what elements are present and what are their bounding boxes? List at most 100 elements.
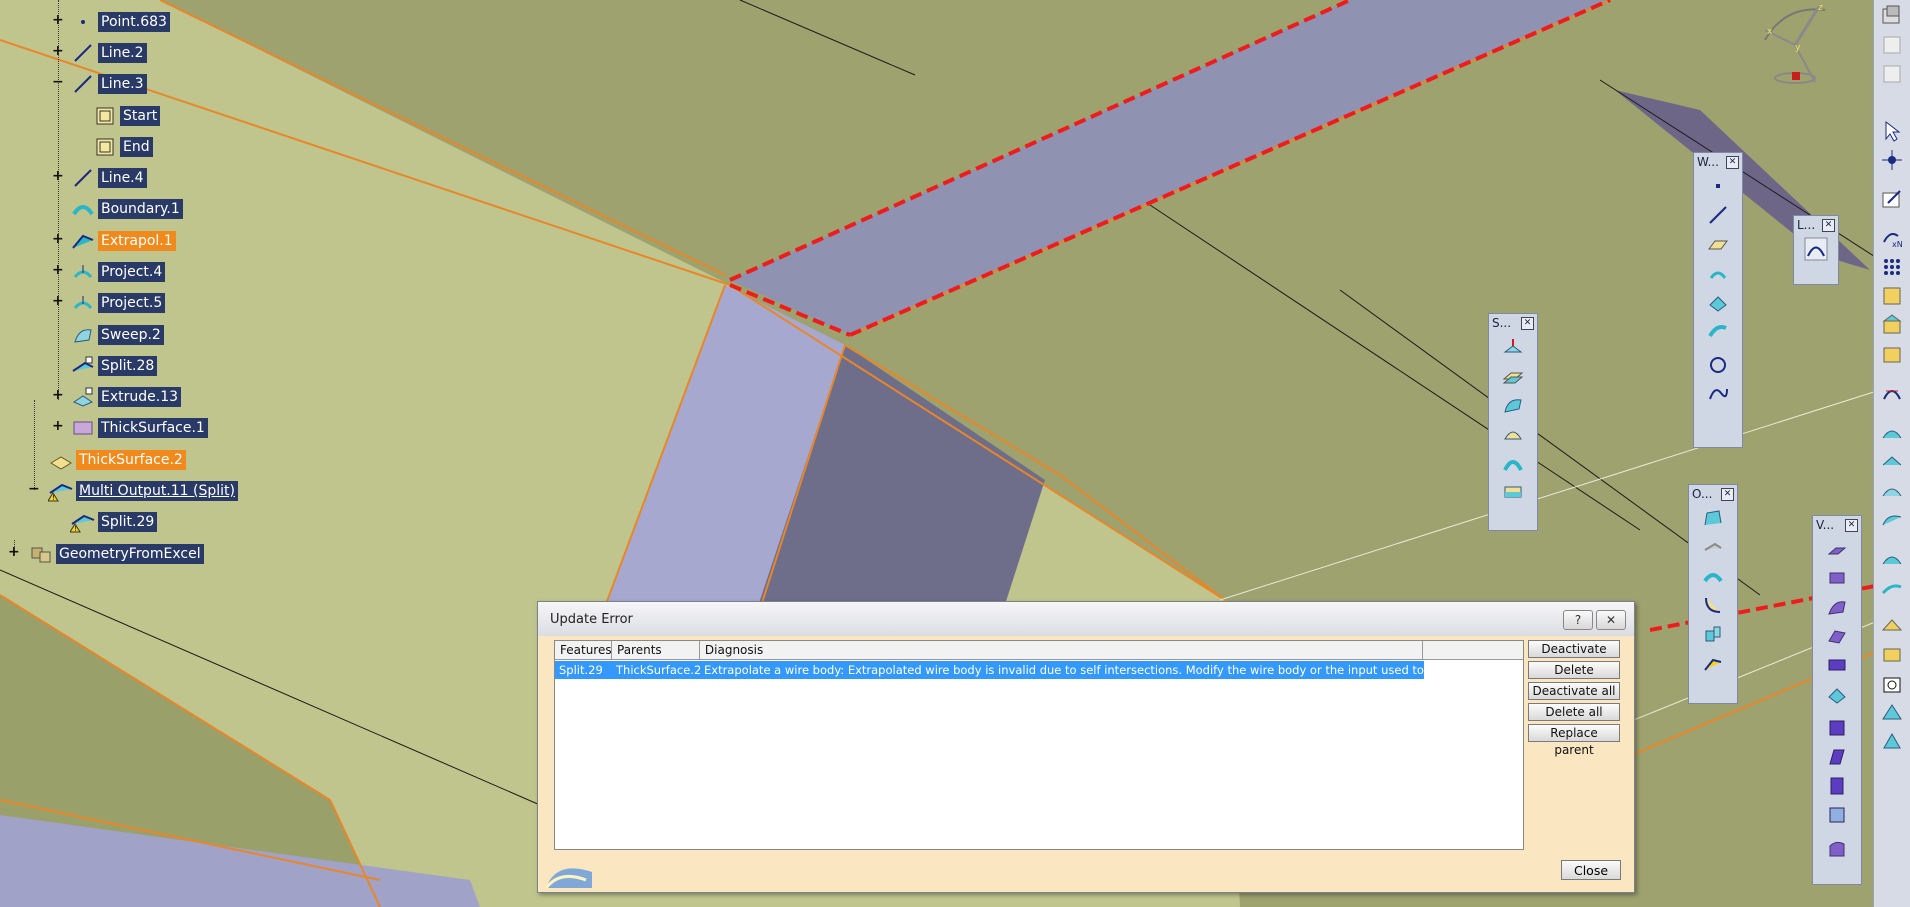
projection-button[interactable] [1704,259,1732,287]
expand-icon[interactable]: + [52,263,64,277]
knowledge-icon[interactable] [1877,728,1907,755]
draft-analysis-icon[interactable] [1877,505,1907,532]
circle-button[interactable] [1704,351,1732,379]
loft-button[interactable] [1499,449,1527,477]
tree-node-line-4[interactable]: + Line.4 [52,166,147,190]
analysis-icon[interactable] [1877,379,1907,406]
close-icon[interactable]: ✕ [1521,316,1534,330]
expand-icon[interactable]: + [52,294,64,308]
volume-add-button[interactable] [1823,714,1851,742]
specification-tree[interactable]: + Point.683 + Line.2 − Line.3 Start End … [0,0,260,575]
tree-node-start[interactable]: Start [92,104,161,128]
plane-button[interactable] [1704,230,1732,258]
offset-surface-button[interactable] [1499,362,1527,390]
expand-icon[interactable]: + [8,545,20,559]
right-workbench-toolbar[interactable]: xN [1873,0,1910,907]
fill-button[interactable] [1499,420,1527,448]
column-header-parents[interactable]: Parents [612,641,700,659]
transform-button[interactable] [1699,620,1727,648]
porcupine-icon[interactable] [1877,544,1907,571]
close-surface-button[interactable] [1823,680,1851,708]
point-button[interactable] [1704,172,1732,200]
dialog-titlebar[interactable]: Update Error ? ✕ [538,602,1634,636]
close-icon[interactable]: ✕ [1721,487,1734,501]
tree-node-point-683[interactable]: + Point.683 [52,10,170,34]
collapse-icon[interactable]: − [52,75,64,89]
volume-revolve-button[interactable] [1823,564,1851,592]
tree-node-end[interactable]: End [92,135,153,159]
volume-sweep-button[interactable] [1823,593,1851,621]
spline-button[interactable] [1704,380,1732,408]
heal-button[interactable] [1699,533,1727,561]
volume-fillet-button[interactable] [1823,835,1851,863]
tree-node-thicksurface-2[interactable]: ThickSurface.2 [48,448,186,472]
tree-node-project-5[interactable]: + Project.5 [52,291,166,315]
tree-node-geometryfromexcel[interactable]: + GeometryFromExcel [8,542,204,566]
tree-node-line-3[interactable]: − Line.3 [52,72,147,96]
measure-icon[interactable] [1877,573,1907,600]
volume-remove-button[interactable] [1823,743,1851,771]
close-icon[interactable]: ✕ [1822,218,1835,232]
expand-icon[interactable]: + [52,44,64,58]
formula-icon[interactable]: xN [1877,224,1907,251]
surfaces-toolbar[interactable]: S... ✕ [1488,313,1538,531]
tree-node-multi-output-11[interactable]: − ! Multi Output.11 (Split) [28,479,238,503]
deactivate-button[interactable]: Deactivate [1528,640,1620,658]
update-error-dialog[interactable]: Update Error ? ✕ Features Parents Diagno… [537,601,1635,893]
fillet-button[interactable] [1699,591,1727,619]
expand-icon[interactable]: + [52,232,64,246]
tree-node-thicksurface-1[interactable]: + ThickSurface.1 [52,416,208,440]
catalog-icon[interactable] [1877,282,1907,309]
close-x-button[interactable]: ✕ [1596,610,1626,630]
column-header-diagnosis[interactable]: Diagnosis [700,641,1424,659]
offset-button[interactable] [1704,317,1732,345]
collapse-icon[interactable]: − [28,482,40,496]
column-header-features[interactable]: Features [555,641,612,659]
expand-icon[interactable]: + [52,419,64,433]
join-button[interactable] [1699,504,1727,532]
curvature-icon[interactable] [1877,476,1907,503]
tree-node-split-28[interactable]: Split.28 [70,354,158,378]
operations-toolbar[interactable]: O... ✕ [1688,484,1738,704]
wireframe-toolbar[interactable]: W... ✕ [1693,152,1743,448]
powercopy-icon[interactable] [1877,340,1907,367]
expand-icon[interactable]: + [52,388,64,402]
extrude-button[interactable] [1499,333,1527,361]
replace-parent-button[interactable]: Replace parent [1528,724,1620,757]
volume-extrude-button[interactable] [1823,535,1851,563]
tree-node-split-29[interactable]: ! Split.29 [70,510,158,534]
blend-button[interactable] [1499,478,1527,506]
close-icon[interactable]: ✕ [1845,518,1858,532]
sketch-tracer-icon[interactable] [1877,699,1907,726]
surface-analysis-icon[interactable] [1877,418,1907,445]
table-row[interactable]: Split.29 ThickSurface.2 Extrapolate a wi… [555,661,1523,679]
help-button[interactable]: ? [1563,610,1593,630]
lock-icon[interactable] [1877,670,1907,697]
line-button[interactable] [1704,201,1732,229]
deactivate-all-button[interactable]: Deactivate all [1528,682,1620,700]
sweep-button[interactable] [1499,391,1527,419]
intersection-button[interactable] [1704,288,1732,316]
delete-all-button[interactable]: Delete all [1528,703,1620,721]
tree-node-line-2[interactable]: + Line.2 [52,41,147,65]
boundary-button[interactable] [1699,562,1727,590]
sketch-icon[interactable] [1877,185,1907,212]
compass-icon[interactable]: z x y [1755,0,1835,90]
tree-node-extrude-13[interactable]: + Extrude.13 [52,385,182,409]
volume-loft-button[interactable] [1823,622,1851,650]
expand-icon[interactable]: + [52,13,64,27]
tree-node-project-4[interactable]: + Project.4 [52,260,166,284]
select-arrow-icon[interactable] [1877,117,1907,144]
delete-button[interactable]: Delete [1528,661,1620,679]
environment-icon[interactable] [1877,641,1907,668]
error-table[interactable]: Features Parents Diagnosis Split.29 Thic… [554,640,1524,850]
close-button[interactable]: Close [1561,860,1621,880]
volume-trim-button[interactable] [1823,801,1851,829]
close-icon[interactable]: ✕ [1726,155,1739,169]
snap-icon[interactable] [1877,146,1907,173]
law-toolbar[interactable]: L... ✕ [1793,215,1839,285]
extrapolate-button[interactable] [1699,649,1727,677]
volumes-toolbar[interactable]: V... ✕ [1812,515,1862,885]
expand-icon[interactable]: + [52,169,64,183]
grid-icon[interactable] [1877,253,1907,280]
